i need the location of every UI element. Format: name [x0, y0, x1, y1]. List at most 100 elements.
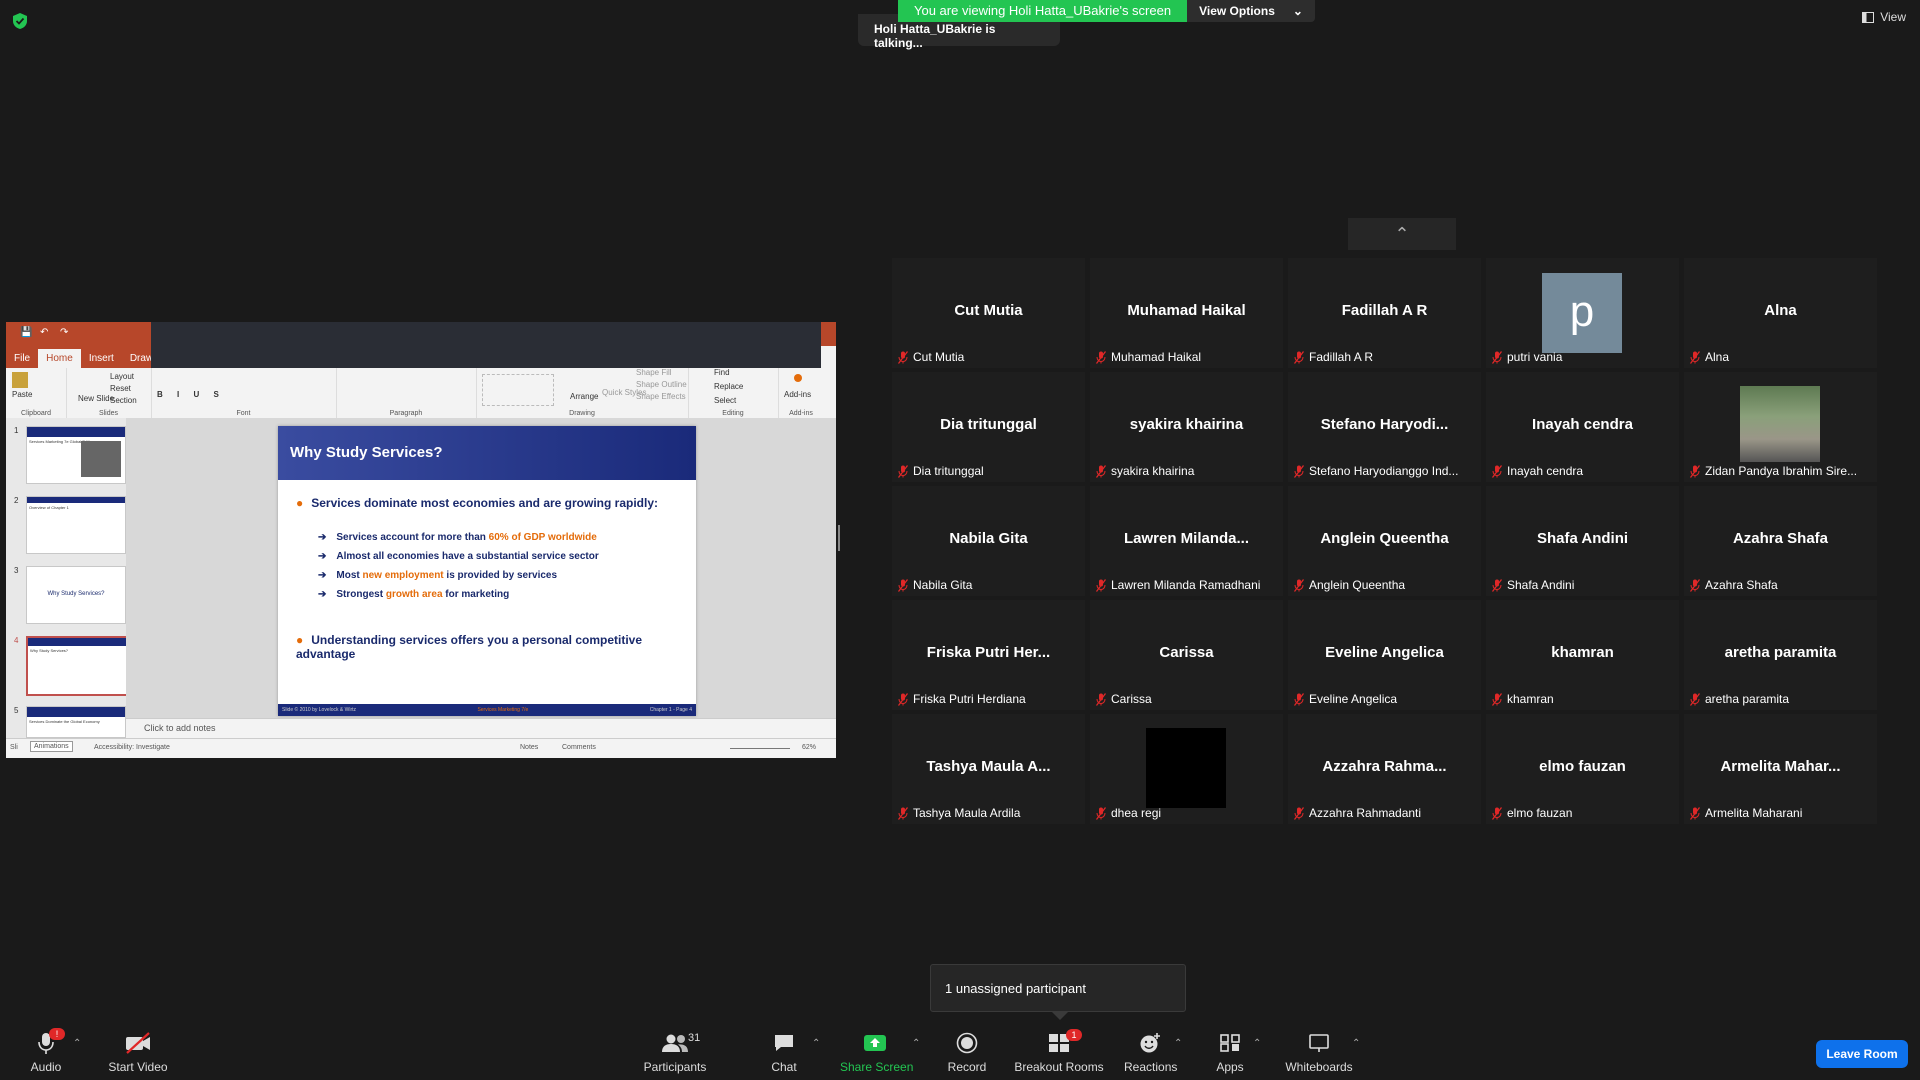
zoom-level[interactable]: 62%: [802, 744, 816, 751]
mic-muted-icon: [1491, 350, 1503, 364]
slide-thumbnail-active[interactable]: Why Study Services?: [26, 636, 128, 696]
apps-button[interactable]: Apps: [1210, 1030, 1250, 1074]
shared-screen[interactable]: 💾 ↶ ↷ File Home Insert Draw Paste Clipbo…: [6, 322, 836, 758]
participant-tile[interactable]: Eveline Angelica Eveline Angelica: [1288, 600, 1481, 710]
participant-tile[interactable]: Cut Mutia Cut Mutia: [892, 258, 1085, 368]
participant-tile[interactable]: Carissa Carissa: [1090, 600, 1283, 710]
chat-button[interactable]: Chat: [764, 1030, 804, 1074]
participant-name-tag: Alna: [1689, 350, 1729, 364]
reactions-button[interactable]: Reactions: [1124, 1030, 1177, 1074]
current-slide[interactable]: Why Study Services? ● Services dominate m…: [278, 426, 696, 716]
participant-tile[interactable]: aretha paramita aretha paramita: [1684, 600, 1877, 710]
participant-tile[interactable]: Nabila Gita Nabila Gita: [892, 486, 1085, 596]
participant-tile[interactable]: Alna Alna: [1684, 258, 1877, 368]
participant-tile[interactable]: Inayah cendra Inayah cendra: [1486, 372, 1679, 482]
gallery-page-up-button[interactable]: ⌃: [1348, 218, 1456, 250]
share-screen-button[interactable]: Share Screen: [840, 1030, 913, 1074]
participant-name-tag: Anglein Queentha: [1293, 578, 1405, 592]
participant-name-tag: Lawren Milanda Ramadhani: [1095, 578, 1261, 592]
select-button[interactable]: Select: [714, 396, 736, 405]
comments-toggle[interactable]: Comments: [562, 744, 596, 751]
paste-button[interactable]: Paste: [12, 390, 32, 399]
breakout-rooms-button[interactable]: 1 Breakout Rooms: [1014, 1029, 1104, 1074]
tab-file[interactable]: File: [6, 349, 38, 368]
reactions-options-caret[interactable]: ⌃: [1174, 1038, 1182, 1049]
audio-button[interactable]: ! Audio: [26, 1028, 66, 1074]
layout-button[interactable]: Layout: [110, 372, 134, 381]
find-button[interactable]: Find: [714, 368, 730, 377]
shape-outline-button[interactable]: Shape Outline: [636, 380, 687, 389]
audio-options-caret[interactable]: ⌃: [73, 1038, 81, 1049]
redo-icon[interactable]: ↷: [60, 327, 68, 338]
tab-home[interactable]: Home: [38, 349, 81, 368]
participant-tile[interactable]: Zidan Pandya Ibrahim Sire...: [1684, 372, 1877, 482]
participant-video-black: [1146, 728, 1226, 808]
whiteboards-options-caret[interactable]: ⌃: [1352, 1038, 1360, 1049]
participant-tile[interactable]: Lawren Milanda... Lawren Milanda Ramadhan…: [1090, 486, 1283, 596]
participant-tile[interactable]: Muhamad Haikal Muhamad Haikal: [1090, 258, 1283, 368]
participant-tile[interactable]: Dia tritunggal Dia tritunggal: [892, 372, 1085, 482]
reset-button[interactable]: Reset: [110, 384, 131, 393]
drawing-group-label: Drawing: [569, 410, 595, 417]
participant-tile[interactable]: dhea regi: [1090, 714, 1283, 824]
participant-tile[interactable]: Stefano Haryodi... Stefano Haryodianggo I…: [1288, 372, 1481, 482]
security-shield-icon[interactable]: [12, 12, 28, 30]
participant-tile[interactable]: Azzahra Rahma... Azzahra Rahmadanti: [1288, 714, 1481, 824]
slide-thumbnail[interactable]: Services Marketing 7e Global Edition: [26, 426, 126, 484]
participant-display-name: Carissa: [1159, 644, 1214, 661]
apps-icon: [1210, 1030, 1250, 1056]
font-format-buttons[interactable]: B I U S: [157, 390, 225, 399]
participant-tile[interactable]: syakira khairina syakira khairina: [1090, 372, 1283, 482]
shape-effects-button[interactable]: Shape Effects: [636, 392, 686, 401]
accessibility-status[interactable]: Accessibility: Investigate: [94, 744, 170, 751]
slide-thumbnail[interactable]: Overview of Chapter 1: [26, 496, 126, 554]
split-view-divider[interactable]: [838, 525, 840, 551]
participant-tile[interactable]: Azahra Shafa Azahra Shafa: [1684, 486, 1877, 596]
participant-tile[interactable]: Shafa Andini Shafa Andini: [1486, 486, 1679, 596]
start-video-button[interactable]: Start Video: [104, 1030, 172, 1074]
participant-tile[interactable]: Tashya Maula A... Tashya Maula Ardila: [892, 714, 1085, 824]
apps-options-caret[interactable]: ⌃: [1253, 1038, 1261, 1049]
addins-button[interactable]: Add-ins: [784, 390, 811, 399]
participant-tile[interactable]: Armelita Mahar... Armelita Maharani: [1684, 714, 1877, 824]
view-layout-button[interactable]: View: [1862, 10, 1906, 24]
share-options-caret[interactable]: ⌃: [912, 1038, 920, 1049]
replace-button[interactable]: Replace: [714, 382, 743, 391]
participant-tile[interactable]: khamran khamran: [1486, 600, 1679, 710]
tab-insert[interactable]: Insert: [81, 349, 122, 368]
undo-icon[interactable]: ↶: [40, 327, 48, 338]
record-icon: [942, 1030, 992, 1056]
shapes-gallery[interactable]: [482, 374, 554, 406]
record-button[interactable]: Record: [942, 1030, 992, 1074]
participant-tile[interactable]: p putri vania: [1486, 258, 1679, 368]
unassigned-participant-popup[interactable]: 1 unassigned participant: [930, 964, 1186, 1012]
animations-tooltip: Animations: [30, 741, 73, 752]
participant-tile[interactable]: Friska Putri Her... Friska Putri Herdiana: [892, 600, 1085, 710]
participant-tile[interactable]: Anglein Queentha Anglein Queentha: [1288, 486, 1481, 596]
participant-tile[interactable]: elmo fauzan elmo fauzan: [1486, 714, 1679, 824]
notes-toggle[interactable]: Notes: [520, 744, 538, 751]
arrange-button[interactable]: Arrange: [570, 392, 598, 401]
save-icon[interactable]: 💾: [20, 327, 32, 338]
section-button[interactable]: Section: [110, 396, 137, 405]
notes-pane[interactable]: Click to add notes: [126, 718, 836, 738]
slide-thumbnails-pane[interactable]: 1 Services Marketing 7e Global Edition 2…: [6, 418, 128, 738]
participants-button[interactable]: 31 Participants: [640, 1030, 710, 1074]
slide-thumbnail[interactable]: Why Study Services?: [26, 566, 126, 624]
zoom-slider[interactable]: [730, 748, 790, 749]
thumb-number: 1: [14, 426, 19, 435]
leave-room-button[interactable]: Leave Room: [1816, 1040, 1908, 1068]
whiteboards-button[interactable]: Whiteboards: [1282, 1030, 1356, 1074]
new-slide-button[interactable]: New Slide: [78, 394, 114, 403]
slide-thumbnail[interactable]: Services Dominate the Global Economy: [26, 706, 126, 738]
chat-options-caret[interactable]: ⌃: [812, 1038, 820, 1049]
shape-fill-button[interactable]: Shape Fill: [636, 368, 672, 377]
participant-name: Lawren Milanda Ramadhani: [1111, 578, 1261, 592]
participant-tile[interactable]: Fadillah A R Fadillah A R: [1288, 258, 1481, 368]
view-options-button[interactable]: View Options ⌄: [1187, 0, 1315, 22]
paste-icon[interactable]: [12, 372, 28, 388]
participant-name-tag: Armelita Maharani: [1689, 806, 1802, 820]
clipboard-group-label: Clipboard: [21, 410, 51, 417]
participant-display-name: Stefano Haryodi...: [1320, 416, 1449, 433]
participant-display-name: Muhamad Haikal: [1127, 302, 1246, 319]
